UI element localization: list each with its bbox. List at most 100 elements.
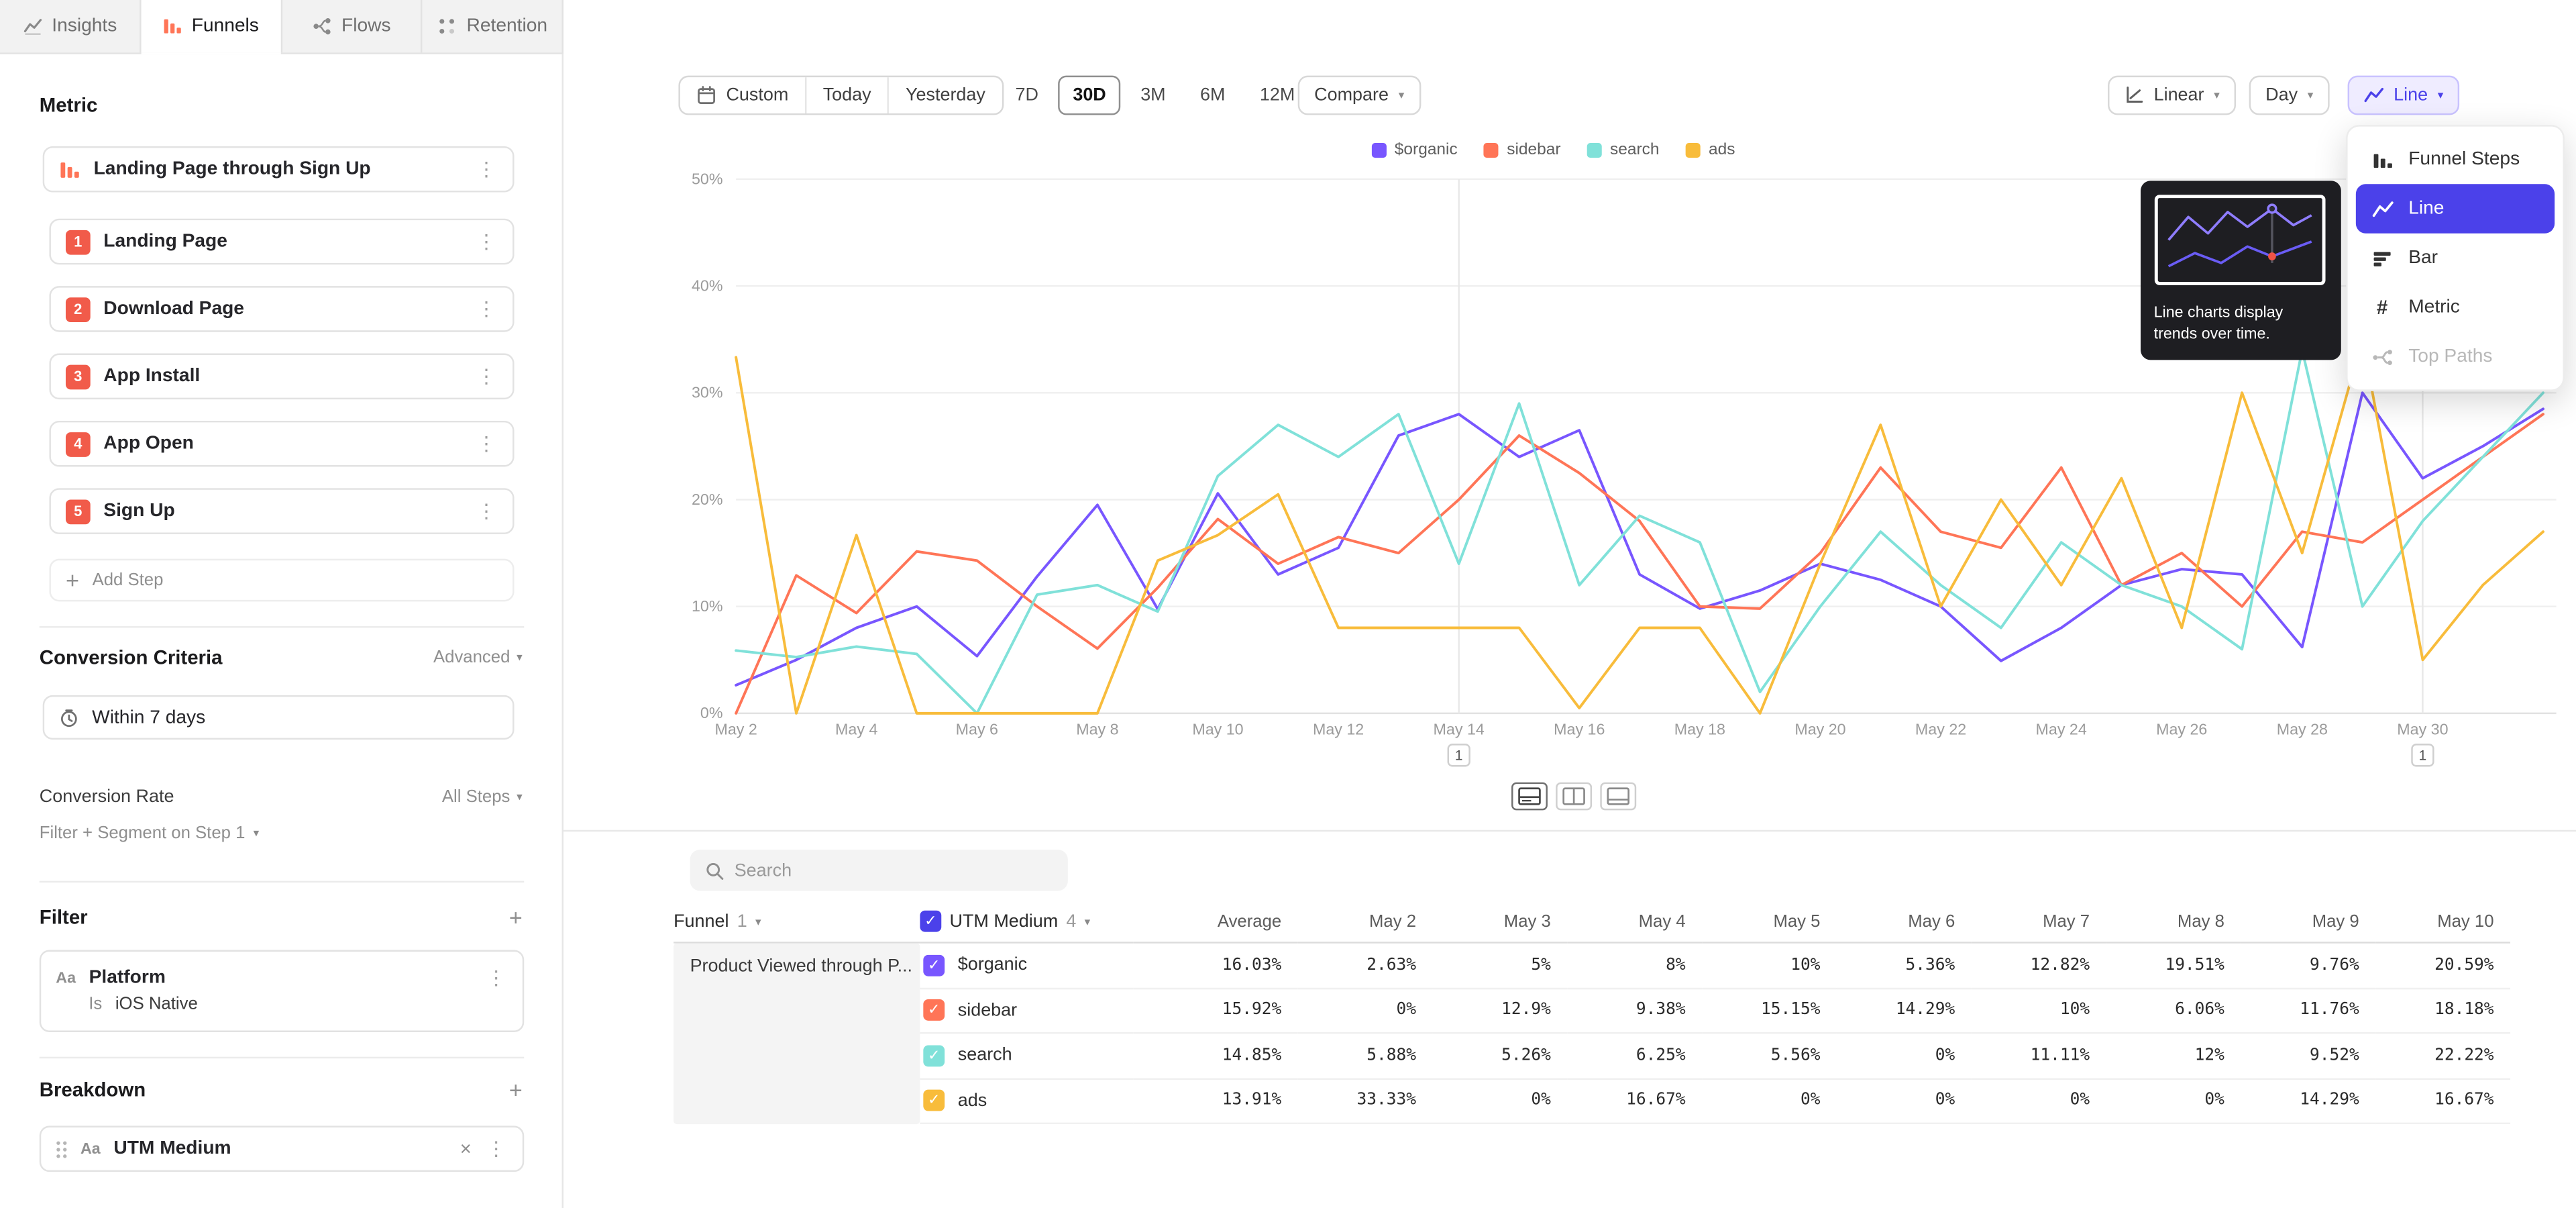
column-header-may-10[interactable]: May 10 [2375, 901, 2510, 944]
cell-value: 18.18% [2375, 989, 2510, 1034]
step-kebab-icon[interactable]: ⋮ [475, 232, 498, 251]
column-header-may-9[interactable]: May 9 [2241, 901, 2375, 944]
breakdown-heading: Breakdown [40, 1078, 146, 1101]
interval-dropdown-button[interactable]: Day ▾ [2249, 76, 2330, 115]
range-button-3m[interactable]: 3M [1126, 76, 1181, 115]
menu-item-top-paths: Top Paths [2356, 332, 2555, 381]
x-axis-label: May 26 [2156, 721, 2207, 738]
cell-value: 0% [1972, 1079, 2106, 1124]
funnel-column-header[interactable]: Funnel 1 ▾ [674, 901, 920, 944]
today-label: Today [823, 85, 871, 105]
cell-value: 6.25% [1567, 1034, 1702, 1078]
x-axis-label: May 28 [2277, 721, 2328, 738]
search-input[interactable] [735, 860, 1053, 880]
step-kebab-icon[interactable]: ⋮ [475, 299, 498, 319]
x-axis-label: May 6 [956, 721, 998, 738]
add-breakdown-button[interactable]: + [509, 1076, 523, 1103]
menu-item-funnel-steps[interactable]: Funnel Steps [2356, 135, 2555, 184]
select-all-checkbox[interactable]: ✓ [920, 911, 941, 932]
range-button-7d[interactable]: 7D [1000, 76, 1053, 115]
layout-toggle-chart-beside-table[interactable] [1556, 783, 1592, 811]
menu-item-metric[interactable]: #Metric [2356, 283, 2555, 332]
cell-value: 16.67% [2375, 1079, 2510, 1124]
custom-date-button[interactable]: Custom [680, 77, 805, 113]
cell-value: 0% [1837, 1079, 1972, 1124]
yesterday-button[interactable]: Yesterday [888, 77, 1002, 113]
add-step-button[interactable]: + Add Step [49, 559, 514, 602]
column-header-may-5[interactable]: May 5 [1702, 901, 1837, 944]
step-kebab-icon[interactable]: ⋮ [475, 434, 498, 454]
add-filter-button[interactable]: + [509, 904, 523, 930]
filter-card[interactable]: Aa Platform ⋮ Is iOS Native [40, 950, 524, 1032]
column-header-may-6[interactable]: May 6 [1837, 901, 1972, 944]
linear-scale-icon [2125, 85, 2144, 105]
breakdown-column-header[interactable]: ✓ UTM Medium 4 ▾ [920, 901, 1133, 944]
series-checkbox[interactable]: ✓ [923, 1000, 945, 1021]
breakdown-card[interactable]: Aa UTM Medium × ⋮ [40, 1126, 524, 1172]
chevron-down-icon: ▾ [517, 791, 523, 804]
chevron-down-icon: ▾ [517, 651, 523, 664]
range-button-30d[interactable]: 30D [1058, 76, 1121, 115]
flows-icon [312, 16, 331, 36]
tab-insights[interactable]: Insights [0, 0, 141, 52]
property-type-badge: Aa [56, 969, 76, 987]
compare-button[interactable]: Compare ▾ [1298, 76, 1421, 115]
divider [40, 626, 524, 627]
average-value: 16.03% [1134, 944, 1298, 989]
metric-title: Landing Page through Sign Up [94, 160, 462, 179]
x-axis-label: May 14 [1434, 721, 1485, 738]
series-checkbox[interactable]: ✓ [923, 1090, 945, 1111]
menu-item-label: Line [2408, 199, 2444, 218]
column-header-may-3[interactable]: May 3 [1433, 901, 1568, 944]
line-chart-icon [2364, 85, 2383, 105]
menu-item-line[interactable]: Line [2356, 184, 2555, 233]
annotation-label: 1 [2419, 748, 2427, 764]
menu-item-bar[interactable]: Bar [2356, 234, 2555, 283]
metric-card[interactable]: Landing Page through Sign Up ⋮ [43, 146, 515, 193]
filter-value[interactable]: iOS Native [115, 995, 198, 1014]
conversion-window-card[interactable]: Within 7 days [43, 695, 515, 740]
column-header-average[interactable]: Average [1134, 901, 1298, 944]
column-header-may-8[interactable]: May 8 [2106, 901, 2241, 944]
conversion-rate-label: Conversion Rate [40, 787, 174, 807]
step-number-badge: 2 [66, 297, 91, 321]
filter-kebab-icon[interactable]: ⋮ [484, 968, 507, 987]
funnel-step-row[interactable]: 5Sign Up⋮ [49, 488, 514, 534]
remove-breakdown-icon[interactable]: × [460, 1138, 472, 1160]
breakdown-kebab-icon[interactable]: ⋮ [484, 1139, 507, 1158]
column-header-may-7[interactable]: May 7 [1972, 901, 2106, 944]
scale-dropdown-button[interactable]: Linear ▾ [2108, 76, 2236, 115]
funnel-step-row[interactable]: 1Landing Page⋮ [49, 219, 514, 265]
funnel-col-count: 1 [737, 911, 747, 931]
advanced-dropdown[interactable]: Advanced ▾ [433, 648, 523, 667]
series-checkbox[interactable]: ✓ [923, 954, 945, 976]
series-checkbox[interactable]: ✓ [923, 1045, 945, 1066]
column-header-may-4[interactable]: May 4 [1567, 901, 1702, 944]
range-button-6m[interactable]: 6M [1185, 76, 1240, 115]
column-header-may-2[interactable]: May 2 [1298, 901, 1433, 944]
cell-value: 5% [1433, 944, 1568, 989]
y-axis-label: 40% [692, 276, 723, 294]
funnel-step-row[interactable]: 3App Install⋮ [49, 354, 514, 400]
layout-toggle-chart-over-table[interactable] [1511, 783, 1548, 811]
tab-funnels[interactable]: Funnels [141, 0, 282, 52]
top-paths-icon [2371, 346, 2394, 368]
funnel-step-row[interactable]: 4App Open⋮ [49, 421, 514, 467]
tab-retention[interactable]: Retention [423, 0, 562, 52]
filter-segment-dropdown[interactable]: Filter + Segment on Step 1 ▾ [40, 823, 523, 843]
chart-type-dropdown-button[interactable]: Line ▾ [2348, 76, 2460, 115]
hash-icon: # [2371, 296, 2394, 319]
y-axis-label: 10% [692, 597, 723, 615]
layout-toggle-table-only[interactable] [1600, 783, 1636, 811]
step-label: App Install [103, 366, 462, 386]
all-steps-dropdown[interactable]: All Steps ▾ [442, 787, 523, 807]
step-kebab-icon[interactable]: ⋮ [475, 366, 498, 386]
chevron-down-icon: ▾ [1399, 89, 1405, 102]
tab-flows[interactable]: Flows [282, 0, 423, 52]
today-button[interactable]: Today [805, 77, 888, 113]
funnel-step-row[interactable]: 2Download Page⋮ [49, 286, 514, 332]
filter-operator[interactable]: Is [89, 995, 102, 1014]
drag-handle-icon[interactable] [56, 1140, 67, 1158]
metric-kebab-icon[interactable]: ⋮ [475, 160, 498, 179]
step-kebab-icon[interactable]: ⋮ [475, 501, 498, 521]
